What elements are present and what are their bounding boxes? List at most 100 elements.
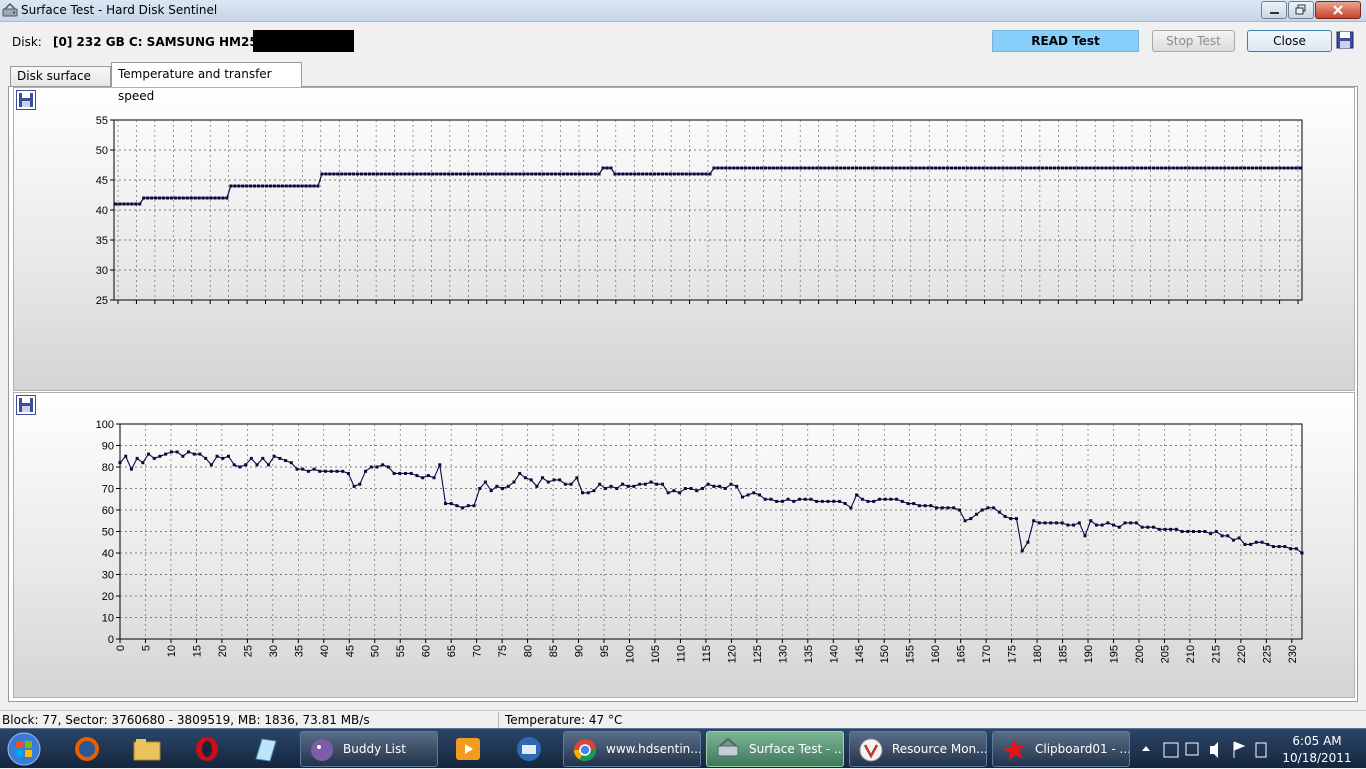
temperature-point (621, 172, 625, 176)
performance-point (917, 504, 921, 508)
performance-point (152, 456, 156, 460)
performance-point (1106, 521, 1110, 525)
performance-point (723, 487, 727, 490)
x-tick-label: 230 (1287, 645, 1299, 663)
taskbar-item-chrome[interactable]: www.hdsentin... (563, 731, 701, 767)
x-tick-label: 200 (1134, 645, 1146, 663)
performance-point (209, 463, 213, 467)
thunderbird-icon[interactable] (514, 735, 544, 763)
temperature-point (162, 196, 166, 200)
performance-point (306, 469, 310, 473)
temperature-point (538, 172, 542, 176)
temperature-point (1060, 166, 1064, 170)
opera-icon[interactable] (192, 735, 222, 763)
temperature-point (926, 166, 930, 170)
temperature-point (221, 196, 225, 200)
taskbar-item-buddy-list[interactable]: Buddy List (300, 731, 438, 767)
temperature-point (1266, 166, 1270, 170)
performance-point (1014, 517, 1018, 521)
window-close-button[interactable] (1315, 1, 1361, 19)
taskbar-item-clipboard[interactable]: Clipboard01 - ... (992, 731, 1130, 767)
performance-point (175, 450, 179, 454)
temperature-point (185, 196, 189, 200)
y-tick-label: 90 (102, 441, 114, 453)
temperature-point (641, 172, 645, 176)
performance-point (923, 504, 927, 508)
performance-point (689, 487, 693, 490)
temperature-point (1207, 166, 1211, 170)
performance-point (375, 465, 379, 469)
taskbar-item-surface-test[interactable]: Surface Test - ... (706, 731, 844, 767)
y-tick-label: 40 (102, 548, 114, 560)
performance-point (147, 452, 151, 456)
temperature-point (1009, 166, 1013, 170)
temperature-point (142, 196, 146, 200)
temperature-point (316, 184, 320, 188)
temperature-point (474, 172, 478, 176)
temperature-point (284, 184, 288, 188)
temperature-point (1005, 166, 1009, 170)
temperature-point (668, 172, 672, 176)
temperature-point (684, 172, 688, 176)
performance-chart: 0 10 20 30 40 50 60 70 80 90 100 0 5 10 15 20 25 30 35 40 45… (96, 419, 1304, 663)
tab-temperature-transfer[interactable]: Temperature and transfer speed (111, 62, 302, 103)
taskbar-item-label: Buddy List (343, 742, 406, 756)
temperature-point (732, 166, 736, 170)
temperature-point (906, 166, 910, 170)
temperature-point (898, 166, 902, 170)
temperature-point (771, 166, 775, 170)
minimize-button[interactable] (1261, 1, 1287, 19)
performance-point (1037, 521, 1041, 525)
temperature-point (435, 172, 439, 176)
temperature-point (1278, 166, 1282, 170)
temperature-point (605, 166, 609, 170)
x-tick-label: 100 (624, 645, 636, 663)
temperature-point (1092, 166, 1096, 170)
temperature-point (930, 166, 934, 170)
explorer-folder-icon[interactable] (132, 735, 162, 763)
maximize-button[interactable] (1288, 1, 1314, 19)
temperature-point (169, 196, 173, 200)
x-tick-label: 205 (1159, 645, 1171, 663)
temperature-point (561, 172, 565, 176)
x-tick-label: 40 (319, 645, 331, 657)
temperature-point (799, 166, 803, 170)
x-tick-label: 115 (701, 645, 713, 663)
media-player-icon[interactable] (453, 735, 483, 763)
performance-point (1203, 530, 1207, 533)
tab-disk-surface-map[interactable]: Disk surface map (10, 66, 111, 102)
status-block-info: Block: 77, Sector: 3760680 - 3809519, MB… (2, 713, 370, 727)
performance-point (1123, 521, 1127, 525)
window-titlebar[interactable]: Surface Test - Hard Disk Sentinel (0, 0, 1366, 22)
x-tick-label: 190 (1083, 645, 1095, 663)
clock-date[interactable]: 10/18/2011 (1282, 751, 1352, 765)
temperature-point (1159, 166, 1163, 170)
temperature-point (419, 172, 423, 176)
performance-point (1231, 538, 1235, 542)
temperature-point (688, 172, 692, 176)
temperature-point (502, 172, 506, 176)
notes-app-icon[interactable] (250, 735, 280, 763)
performance-point (786, 497, 790, 501)
stop-test-button[interactable]: Stop Test (1152, 30, 1235, 52)
temperature-point (451, 172, 455, 176)
save-icon[interactable] (1336, 31, 1354, 49)
performance-point (364, 469, 368, 473)
temperature-point (158, 196, 162, 200)
firefox-icon[interactable] (72, 735, 102, 763)
performance-point (678, 491, 682, 495)
performance-point (746, 493, 750, 497)
temperature-point (344, 172, 348, 176)
clock-time[interactable]: 6:05 AM (1282, 734, 1352, 748)
close-button[interactable]: Close (1247, 30, 1332, 52)
performance-point (592, 489, 596, 493)
performance-point (792, 499, 796, 503)
x-tick-label: 165 (956, 645, 968, 663)
performance-point (718, 484, 722, 488)
temperature-point (1132, 166, 1136, 170)
taskbar-item-resource-monitor[interactable]: Resource Mon... (849, 731, 987, 767)
temperature-point (371, 172, 375, 176)
performance-point (472, 504, 476, 508)
performance-point (1129, 521, 1133, 525)
start-button-icon[interactable] (4, 731, 44, 767)
